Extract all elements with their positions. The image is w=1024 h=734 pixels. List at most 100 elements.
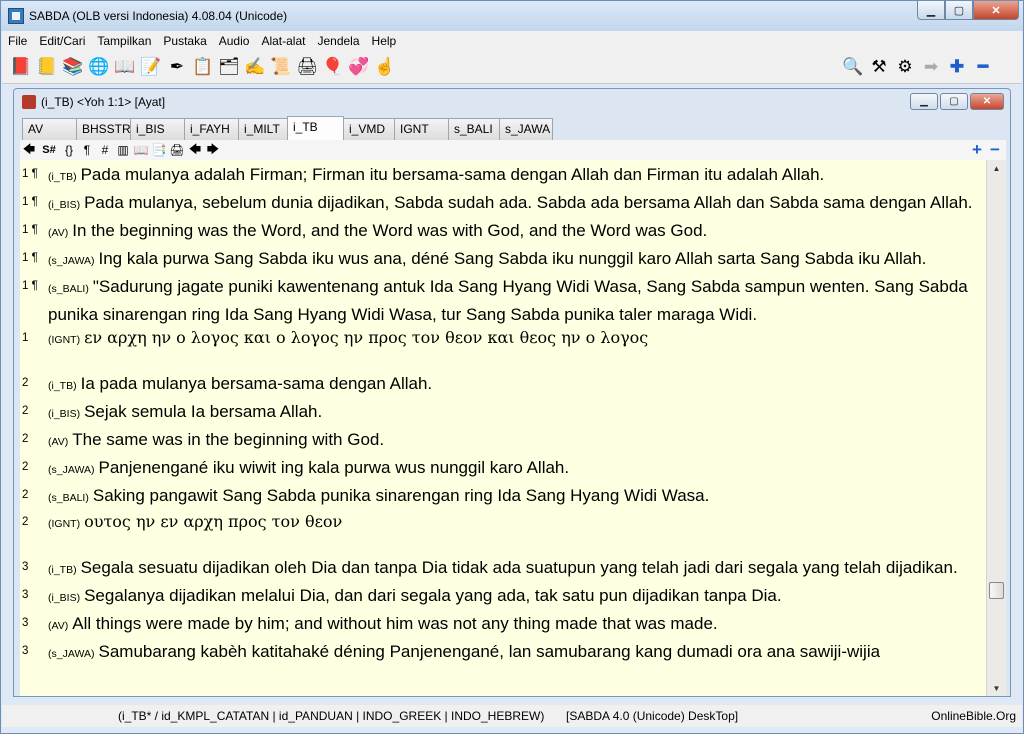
scroll-thumb[interactable] [989,582,1004,599]
braces-button[interactable]: {} [60,141,78,159]
version-label[interactable]: (IGNT) [48,518,80,530]
child-minimize-button[interactable]: ▁ [910,93,938,110]
child-maximize-button[interactable]: ▢ [940,93,968,110]
hand-pointer-icon[interactable]: ☝ [372,54,398,80]
zoom-out-icon[interactable]: ━ [970,54,996,80]
grid-icon[interactable]: # [96,141,114,159]
settings-icon[interactable]: ⚙ [892,54,918,80]
books-yellow-icon[interactable]: 📒 [34,54,60,80]
version-label[interactable]: (AV) [48,436,68,448]
verse-row[interactable]: 2 (s_JAWA) Panjenengané iku wiwit ing kala… [20,455,986,483]
menu-tools[interactable]: Alat-alat [255,34,311,48]
verse-row[interactable]: 1 ¶ (i_BIS) Pada mulanya, sebelum dunia di… [20,190,986,218]
open-book-icon[interactable]: 📖 [112,54,138,80]
lexicon-icon[interactable]: 🗂 [216,54,242,80]
print-icon[interactable]: 🖨 [168,141,186,159]
verse-row[interactable]: 1 (IGNT) εν αρχη ην ο λογος και ο λογος ην… [20,327,986,351]
strongs-button[interactable]: S# [38,141,60,159]
tab-i-bis[interactable]: i_BIS [130,118,185,140]
tab-i-vmd[interactable]: i_VMD [343,118,395,140]
minimize-button[interactable]: ▁ [917,1,945,20]
globe-icon[interactable]: 🌐 [86,54,112,80]
version-label[interactable]: (i_TB) [48,380,77,392]
verse-row[interactable]: 3 (AV) All things were made by him; and wi… [20,611,986,639]
bible-window-icon[interactable] [22,95,36,109]
version-label[interactable]: (IGNT) [48,334,80,346]
font-decrease-icon[interactable]: − [986,140,1004,159]
version-label[interactable]: (s_BALI) [48,492,89,504]
menu-view[interactable]: Tampilkan [91,34,157,48]
menu-file[interactable]: File [2,34,33,48]
menu-edit[interactable]: Edit/Cari [33,34,91,48]
balloon-icon[interactable]: 🎈 [320,54,346,80]
child-close-button[interactable]: ✕ [970,93,1004,110]
verse-row[interactable]: 1 ¶ (s_JAWA) Ing kala purwa Sang Sabda iku… [20,246,986,274]
tab-s-bali[interactable]: s_BALI [448,118,500,140]
tab-i-tb[interactable]: i_TB [287,116,344,140]
write-icon[interactable]: ✍ [242,54,268,80]
paragraph-icon[interactable]: ¶ [78,141,96,159]
next-verse-icon[interactable]: 🡆 [204,141,222,159]
version-label[interactable]: (i_TB) [48,564,77,576]
version-label[interactable]: (s_JAWA) [48,648,94,660]
font-increase-icon[interactable]: + [968,140,986,159]
bible-window-title-bar[interactable]: (i_TB) <Yoh 1:1> [Ayat] ▁ ▢ ✕ [14,89,1010,115]
version-label[interactable]: (AV) [48,620,68,632]
copy-icon[interactable]: 📑 [150,141,168,159]
version-label[interactable]: (AV) [48,227,68,239]
version-label[interactable]: (s_JAWA) [48,255,94,267]
verse-row[interactable]: 2 (s_BALI) Saking pangawit Sang Sabda puni… [20,483,986,511]
scroll-icon[interactable]: 📜 [268,54,294,80]
verse-row[interactable]: 2 (i_TB) Ia pada mulanya bersama-sama deng… [20,371,986,399]
version-label[interactable]: (i_BIS) [48,592,80,604]
vertical-scrollbar[interactable]: ▲ ▼ [986,160,1006,696]
menu-audio[interactable]: Audio [213,34,256,48]
close-button[interactable]: ✕ [973,1,1019,20]
verse-row[interactable]: 3 (i_TB) Segala sesuatu dijadikan oleh Dia… [20,555,986,583]
pen-icon[interactable]: ✒ [164,54,190,80]
books-stack-icon[interactable]: 📚 [60,54,86,80]
verse-row[interactable]: 2 (AV) The same was in the beginning with … [20,427,986,455]
menu-library[interactable]: Pustaka [157,34,212,48]
verse-row[interactable]: 1 ¶ (AV) In the beginning was the Word, an… [20,218,986,246]
title-bar[interactable]: SABDA (OLB versi Indonesia) 4.08.04 (Uni… [1,1,1023,31]
verse-row[interactable]: 3 (s_JAWA) Samubarang kabèh katitahaké dén… [20,639,986,667]
book-icon[interactable]: 📖 [132,141,150,159]
scroll-down-arrow-icon[interactable]: ▼ [987,680,1006,696]
verse-row[interactable]: 2 (IGNT) ουτος ην εν αρχη προς τον θεον [20,511,986,535]
bible-text-pane[interactable]: 1 ¶ (i_TB) Pada mulanya adalah Firman; Fir… [20,160,986,696]
notes-icon[interactable]: 📝 [138,54,164,80]
verse-row[interactable]: 3 (i_BIS) Segalanya dijadikan melalui Dia,… [20,583,986,611]
verse-row[interactable]: 1 ¶ (i_TB) Pada mulanya adalah Firman; Fir… [20,162,986,190]
scroll-up-arrow-icon[interactable]: ▲ [987,160,1006,176]
prev-verse-icon[interactable]: 🡄 [186,141,204,159]
arrow-right-icon[interactable]: ➡ [918,54,944,80]
printer-icon[interactable]: 🖨 [294,54,320,80]
tab-s-jawa[interactable]: s_JAWA [499,118,553,140]
menu-window[interactable]: Jendela [311,34,365,48]
version-label[interactable]: (i_BIS) [48,199,80,211]
zoom-in-icon[interactable]: ✚ [944,54,970,80]
tab-av[interactable]: AV [22,118,77,140]
tab-bhsstr[interactable]: BHSSTR [76,118,131,140]
maximize-button[interactable]: ▢ [945,1,973,20]
tab-i-fayh[interactable]: i_FAYH [184,118,239,140]
clipboard-icon[interactable]: 📋 [190,54,216,80]
verse-row[interactable]: 2 (i_BIS) Sejak semula Ia bersama Allah. [20,399,986,427]
version-label[interactable]: (s_BALI) [48,283,89,295]
verse-row[interactable]: 1 ¶ (s_BALI) "Sadurung jagate puniki kawen… [20,274,986,327]
version-label[interactable]: (i_TB) [48,171,77,183]
tab-i-milt[interactable]: i_MILT [238,118,288,140]
menu-help[interactable]: Help [366,34,403,48]
heart-balloons-icon[interactable]: 💞 [346,54,372,80]
bible-red-icon[interactable]: 📕 [8,54,34,80]
status-site[interactable]: OnlineBible.Org [931,709,1016,723]
tab-ignt[interactable]: IGNT [394,118,449,140]
version-label[interactable]: (i_BIS) [48,408,80,420]
tools-icon[interactable]: ⚒ [866,54,892,80]
colors-icon[interactable]: ▥ [114,141,132,159]
back-arrow-icon[interactable]: 🡄 [20,141,38,159]
search-icon[interactable]: 🔍 [840,54,866,80]
app-icon[interactable] [8,8,24,24]
version-label[interactable]: (s_JAWA) [48,464,94,476]
